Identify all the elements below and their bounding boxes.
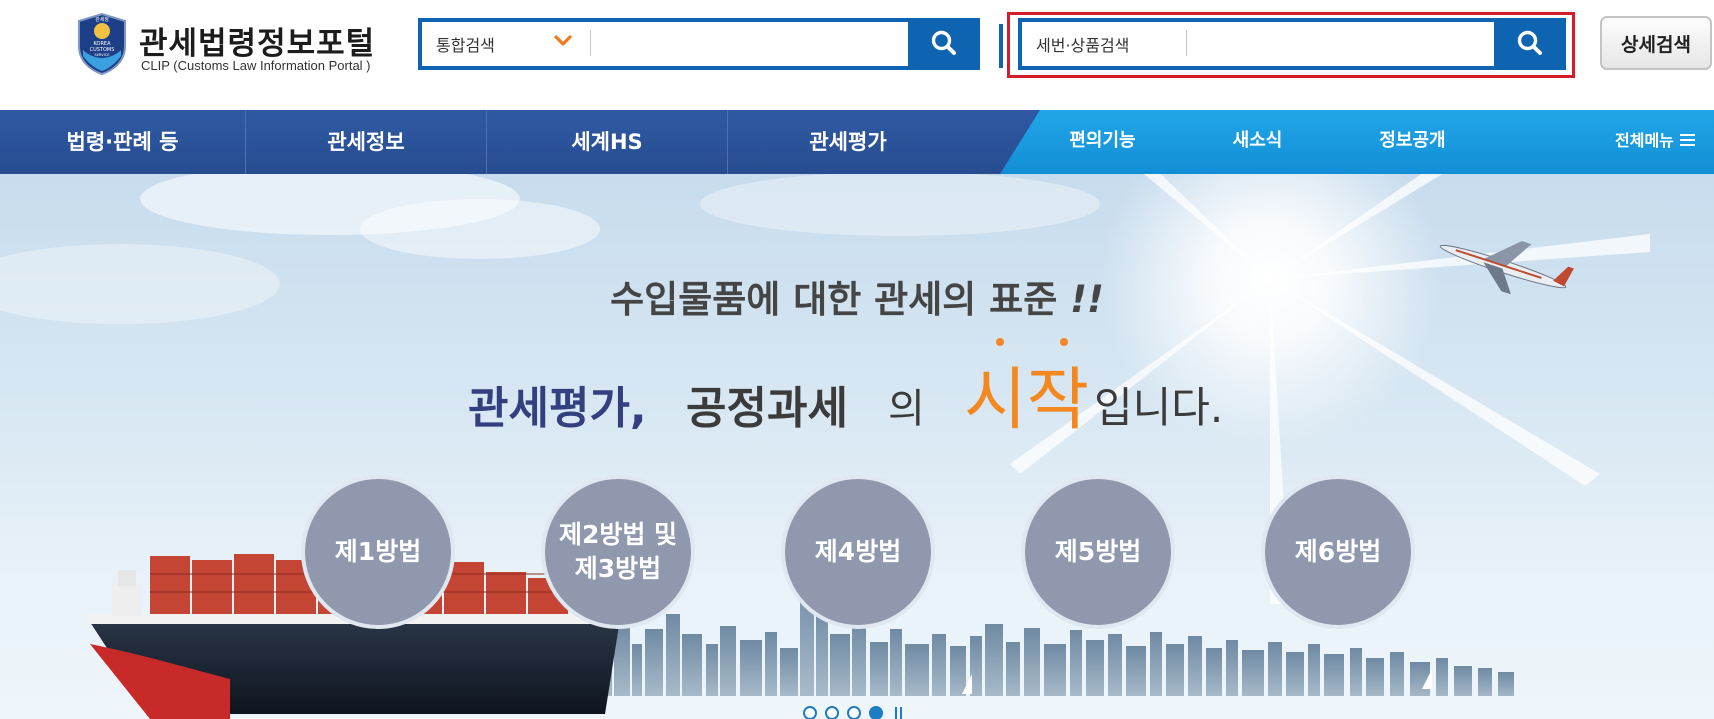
method-label: 제6방법 [1294, 537, 1382, 566]
method-label: 제1방법 [334, 537, 422, 566]
search-icon [1517, 30, 1542, 55]
method-2-3-button[interactable]: 제2방법 및 제3방법 [541, 475, 695, 629]
slide-dot-3[interactable] [847, 706, 861, 719]
tariff-search-divider [1186, 30, 1187, 56]
integrated-search-box: 통합검색 [418, 18, 980, 70]
tagline-ending: 입니다. [1094, 383, 1224, 432]
nav-item-world-hs[interactable]: 세계HS [487, 110, 727, 174]
nav-item-convenience[interactable]: 편의기능 [1050, 110, 1155, 174]
emphasis-dot [1060, 338, 1068, 346]
headline-emphasis: !! [1070, 278, 1104, 321]
integrated-search-button[interactable] [908, 18, 980, 70]
method-label: 제2방법 및 [558, 520, 678, 549]
tagline-valuation: 관세평가, [468, 383, 647, 434]
nav-item-news[interactable]: 새소식 [1205, 110, 1310, 174]
tariff-search-button[interactable] [1494, 18, 1566, 70]
all-menu-button[interactable]: 전체메뉴 [1615, 110, 1695, 174]
site-subtitle: CLIP (Customs Law Information Portal ) [141, 58, 371, 73]
customs-emblem-icon: 관세청 KOREA CUSTOMS SERVICE [78, 12, 126, 76]
all-menu-label: 전체메뉴 [1615, 131, 1674, 150]
nav-item-disclosure[interactable]: 정보공개 [1360, 110, 1465, 174]
emblem-line-1: 관세청 [95, 16, 109, 23]
method-5-button[interactable]: 제5방법 [1021, 475, 1175, 629]
method-label: 제4방법 [814, 537, 902, 566]
detail-search-button[interactable]: 상세검색 [1600, 16, 1712, 70]
nav-item-customs-info[interactable]: 관세정보 [246, 110, 486, 174]
slide-dot-1[interactable] [803, 706, 817, 719]
emphasis-dot [996, 338, 1004, 346]
tagline-particle: 의 [888, 386, 925, 432]
nav-item-laws[interactable]: 법령·판례 등 [0, 110, 245, 174]
sub-nav: 편의기능 새소식 정보공개 전체메뉴 [1000, 110, 1714, 174]
tariff-search-input[interactable] [1194, 26, 1494, 62]
emblem-line-4: SERVICE [94, 53, 110, 57]
method-4-button[interactable]: 제4방법 [781, 475, 935, 629]
chevron-down-icon[interactable] [552, 30, 574, 52]
method-6-button[interactable]: 제6방법 [1261, 475, 1415, 629]
slide-dot-2[interactable] [825, 706, 839, 719]
method-1-button[interactable]: 제1방법 [301, 475, 455, 629]
search-icon [931, 30, 956, 55]
nav-item-valuation[interactable]: 관세평가 [728, 110, 968, 174]
site-logo[interactable]: 관세청 KOREA CUSTOMS SERVICE 관세법령정보포털 CLIP … [75, 12, 395, 78]
banner-headline: 수입물품에 대한 관세의 표준 !! [0, 269, 1714, 323]
banner-illustration [0, 174, 1650, 719]
headline-text: 수입물품에 대한 관세의 표준 [610, 278, 1058, 321]
tagline-highlight: 시작 [964, 361, 1090, 440]
slide-dot-4[interactable] [869, 706, 883, 719]
site-header: 관세청 KOREA CUSTOMS SERVICE 관세법령정보포털 CLIP … [0, 0, 1714, 110]
method-label: 제5방법 [1054, 537, 1142, 566]
method-label-line2: 제3방법 [574, 554, 662, 583]
site-title: 관세법령정보포털 [139, 26, 376, 62]
tariff-search-label: 세번·상품검색 [1036, 36, 1130, 55]
pause-icon[interactable] [895, 707, 902, 719]
hamburger-icon [1679, 133, 1695, 146]
search-type-divider [590, 30, 591, 56]
hero-banner: 수입물품에 대한 관세의 표준 !! 관세평가, 공정과세 의 시작 입니다. … [0, 174, 1714, 719]
search-divider [999, 24, 1003, 68]
integrated-search-input[interactable] [597, 26, 957, 62]
tagline-fair-tax: 공정과세 [686, 383, 848, 434]
tariff-search-box: 세번·상품검색 [1018, 18, 1566, 70]
search-type-select[interactable]: 통합검색 [436, 32, 495, 56]
